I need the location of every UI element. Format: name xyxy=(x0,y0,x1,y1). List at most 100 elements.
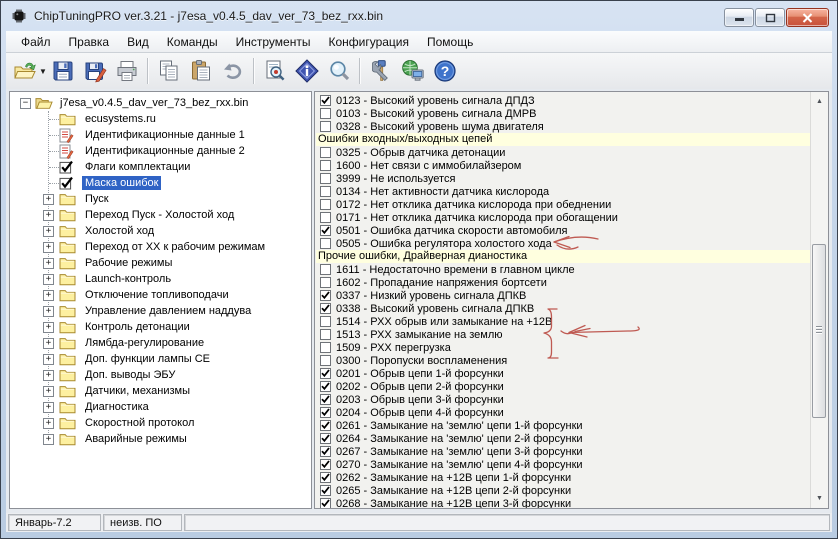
expander-plus-icon[interactable]: + xyxy=(43,385,54,397)
tree-item-16[interactable]: + Доп. функции лампы CE xyxy=(10,351,311,367)
expander-plus-icon[interactable]: + xyxy=(43,225,54,237)
error-row-0268[interactable]: 0268 - Замыкание на +12В цепи 3-й форсун… xyxy=(316,497,810,508)
checkbox-checked[interactable] xyxy=(320,303,331,314)
tree-item-1[interactable]: ecusystems.ru xyxy=(10,111,311,127)
checkbox-unchecked[interactable] xyxy=(320,147,331,158)
checkbox-unchecked[interactable] xyxy=(320,316,331,327)
error-row-0201[interactable]: 0201 - Обрыв цепи 1-й форсунки xyxy=(316,367,810,380)
scroll-down-arrow-icon[interactable]: ▼ xyxy=(811,491,828,506)
menu-item-6[interactable]: Помощь xyxy=(418,32,482,52)
expander-plus-icon[interactable]: + xyxy=(43,321,54,333)
error-row-1509[interactable]: 1509 - РХХ перегрузка xyxy=(316,341,810,354)
error-row-1514[interactable]: 1514 - РХХ обрыв или замыкание на +12В xyxy=(316,315,810,328)
checkbox-checked[interactable] xyxy=(320,459,331,470)
checkbox-checked[interactable] xyxy=(320,381,331,392)
checkbox-unchecked[interactable] xyxy=(320,342,331,353)
checkbox-unchecked[interactable] xyxy=(320,264,331,275)
save-as-button[interactable] xyxy=(79,56,111,86)
scroll-up-arrow-icon[interactable]: ▲ xyxy=(811,94,828,109)
help-button[interactable]: ? xyxy=(429,56,461,86)
dropdown-arrow-icon[interactable]: ▼ xyxy=(39,67,47,76)
error-row-0300[interactable]: 0300 - Поропуски воспламенения xyxy=(316,354,810,367)
tree-item-0[interactable]: − j7esa_v0.4.5_dav_ver_73_bez_rxx.bin xyxy=(10,95,311,111)
tree-item-20[interactable]: + Скоростной протокол xyxy=(10,415,311,431)
network-button[interactable] xyxy=(397,56,429,86)
tree-item-14[interactable]: + Контроль детонации xyxy=(10,319,311,335)
checkbox-unchecked[interactable] xyxy=(320,121,331,132)
checkbox-unchecked[interactable] xyxy=(320,199,331,210)
checkbox-checked[interactable] xyxy=(320,433,331,444)
error-row-0505[interactable]: 0505 - Ошибка регулятора холостого хода xyxy=(316,237,810,250)
error-row-0262[interactable]: 0262 - Замыкание на +12В цепи 1-й форсун… xyxy=(316,471,810,484)
expander-plus-icon[interactable]: + xyxy=(43,417,54,429)
error-row-0202[interactable]: 0202 - Обрыв цепи 2-й форсунки xyxy=(316,380,810,393)
checkbox-unchecked[interactable] xyxy=(320,355,331,366)
expander-plus-icon[interactable]: + xyxy=(43,337,54,349)
expander-plus-icon[interactable]: + xyxy=(43,369,54,381)
tree-item-6[interactable]: + Пуск xyxy=(10,191,311,207)
error-row-0203[interactable]: 0203 - Обрыв цепи 3-й форсунки xyxy=(316,393,810,406)
tree-item-5[interactable]: Маска ошибок xyxy=(10,175,311,191)
checkbox-unchecked[interactable] xyxy=(320,329,331,340)
error-row-1600[interactable]: 1600 - Нет связи с иммобилайзером xyxy=(316,159,810,172)
tree-item-11[interactable]: + Launch-контроль xyxy=(10,271,311,287)
error-row-0103[interactable]: 0103 - Высокий уровень сигнала ДМРВ xyxy=(316,107,810,120)
chip-icon[interactable] xyxy=(11,8,27,24)
minimize-button[interactable] xyxy=(724,8,754,27)
error-row-0172[interactable]: 0172 - Нет отклика датчика кислорода при… xyxy=(316,198,810,211)
menu-item-1[interactable]: Правка xyxy=(60,32,119,52)
tree-item-10[interactable]: + Рабочие режимы xyxy=(10,255,311,271)
checkbox-checked[interactable] xyxy=(320,95,331,106)
error-row-1611[interactable]: 1611 - Недостаточно времени в главном ци… xyxy=(316,263,810,276)
tree-item-21[interactable]: + Аварийные режимы xyxy=(10,431,311,447)
error-row-0337[interactable]: 0337 - Низкий уровень сигнала ДПКВ xyxy=(316,289,810,302)
checkbox-checked[interactable] xyxy=(320,368,331,379)
checkbox-unchecked[interactable] xyxy=(320,173,331,184)
checkbox-checked[interactable] xyxy=(320,446,331,457)
checkbox-checked[interactable] xyxy=(320,225,331,236)
checkbox-checked[interactable] xyxy=(320,485,331,496)
checkbox-unchecked[interactable] xyxy=(320,212,331,223)
title-bar[interactable]: ChipTuningPRO ver.3.21 - j7esa_v0.4.5_da… xyxy=(1,1,837,31)
error-row-0265[interactable]: 0265 - Замыкание на +12В цепи 2-й форсун… xyxy=(316,484,810,497)
restore-button[interactable] xyxy=(755,8,785,27)
error-row-0270[interactable]: 0270 - Замыкание на 'землю' цепи 4-й фор… xyxy=(316,458,810,471)
menu-item-3[interactable]: Команды xyxy=(158,32,227,52)
checkbox-checked[interactable] xyxy=(320,407,331,418)
error-row-0204[interactable]: 0204 - Обрыв цепи 4-й форсунки xyxy=(316,406,810,419)
expander-plus-icon[interactable]: + xyxy=(43,289,54,301)
expander-plus-icon[interactable]: + xyxy=(43,209,54,221)
tree-item-19[interactable]: + Диагностика xyxy=(10,399,311,415)
checkbox-unchecked[interactable] xyxy=(320,160,331,171)
vertical-scrollbar[interactable]: ▲ ▼ xyxy=(810,92,828,508)
undo-button[interactable] xyxy=(217,56,249,86)
checkbox-checked[interactable] xyxy=(320,498,331,508)
checkbox-unchecked[interactable] xyxy=(320,277,331,288)
menu-item-4[interactable]: Инструменты xyxy=(227,32,320,52)
expander-plus-icon[interactable]: + xyxy=(43,257,54,269)
expander-plus-icon[interactable]: + xyxy=(43,273,54,285)
error-row-0261[interactable]: 0261 - Замыкание на 'землю' цепи 1-й фор… xyxy=(316,419,810,432)
info-button[interactable] xyxy=(291,56,323,86)
open-file-button[interactable]: ▼ xyxy=(12,56,47,86)
tree-item-2[interactable]: Идентификационные данные 1 xyxy=(10,127,311,143)
checkbox-unchecked[interactable] xyxy=(320,238,331,249)
error-row-0501[interactable]: 0501 - Ошибка датчика скорости автомобил… xyxy=(316,224,810,237)
tree-item-18[interactable]: + Датчики, механизмы xyxy=(10,383,311,399)
tree-item-8[interactable]: + Холостой ход xyxy=(10,223,311,239)
error-row-0338[interactable]: 0338 - Высокий уровень сигнала ДПКВ xyxy=(316,302,810,315)
tree-item-9[interactable]: + Переход от ХХ к рабочим режимам xyxy=(10,239,311,255)
error-row-0267[interactable]: 0267 - Замыкание на 'землю' цепи 3-й фор… xyxy=(316,445,810,458)
checkbox-checked[interactable] xyxy=(320,394,331,405)
expander-plus-icon[interactable]: + xyxy=(43,305,54,317)
error-row-1513[interactable]: 1513 - РХХ замыкание на землю xyxy=(316,328,810,341)
error-row-0134[interactable]: 0134 - Нет активности датчика кислорода xyxy=(316,185,810,198)
expander-plus-icon[interactable]: + xyxy=(43,433,54,445)
error-row-0171[interactable]: 0171 - Нет отклика датчика кислорода при… xyxy=(316,211,810,224)
tree-item-17[interactable]: + Доп. выводы ЭБУ xyxy=(10,367,311,383)
expander-plus-icon[interactable]: + xyxy=(43,401,54,413)
checkbox-checked[interactable] xyxy=(320,420,331,431)
menu-item-5[interactable]: Конфигурация xyxy=(319,32,418,52)
scrollbar-thumb[interactable] xyxy=(812,244,826,418)
checkbox-unchecked[interactable] xyxy=(320,186,331,197)
